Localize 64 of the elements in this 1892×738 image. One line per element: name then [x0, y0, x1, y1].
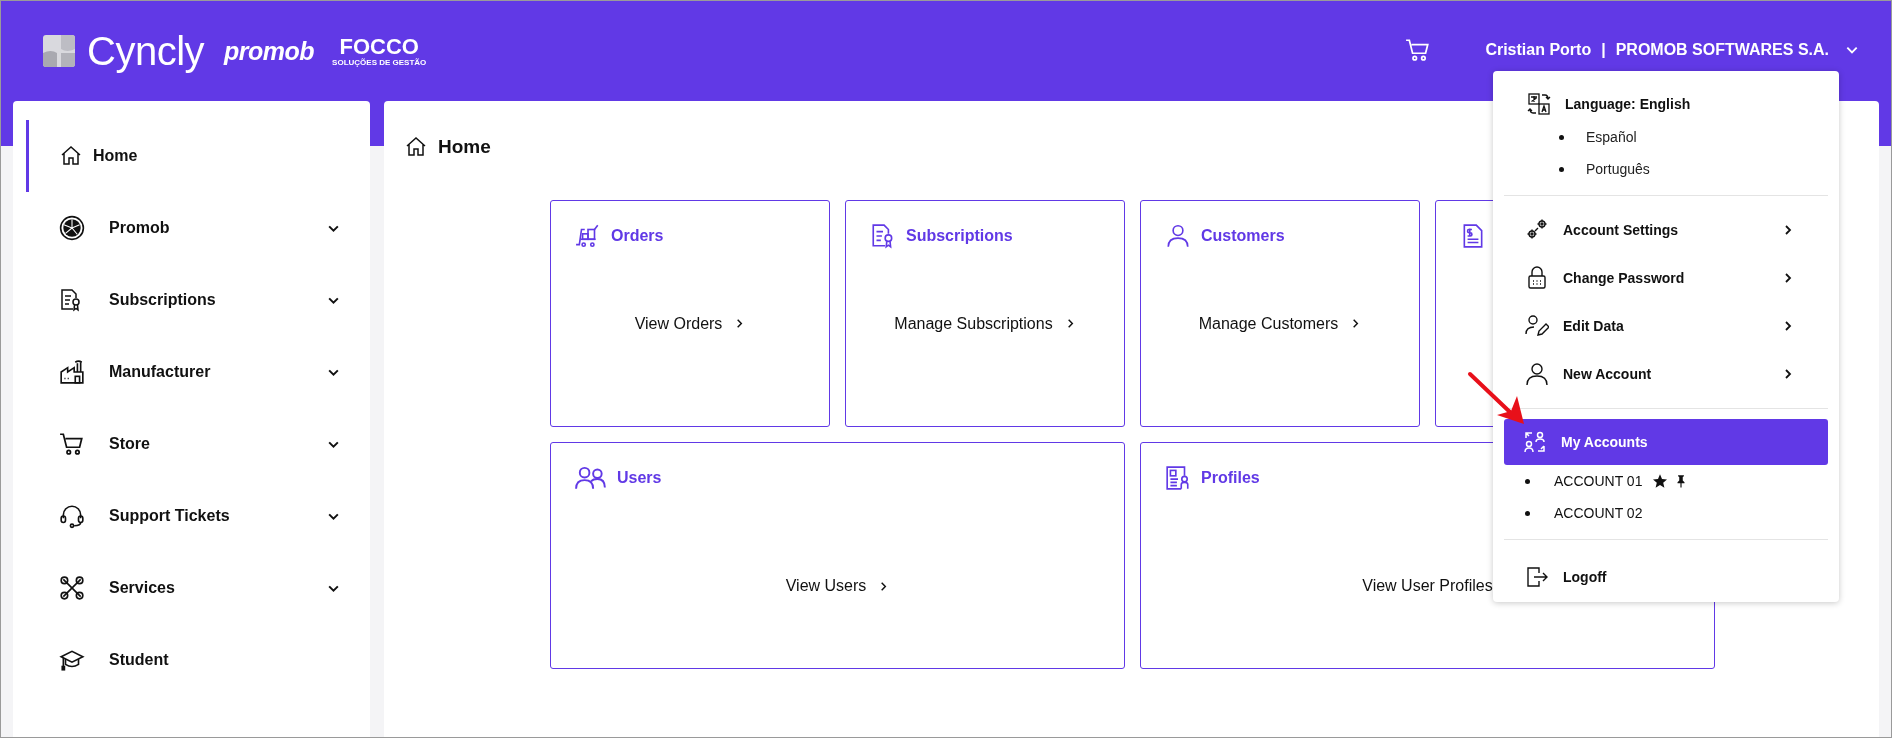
user-edit-icon: [1525, 314, 1549, 338]
chevron-right-icon: [1782, 368, 1794, 380]
chevron-right-icon: [1782, 272, 1794, 284]
menu-item[interactable]: Change Password: [1504, 254, 1828, 302]
sidebar-item[interactable]: Promob: [26, 192, 370, 264]
partner-logo: FOCCO: [339, 35, 419, 58]
logout-icon: [1525, 565, 1549, 589]
gears-icon: [1525, 218, 1549, 242]
card-title: Profiles: [1201, 469, 1260, 487]
headset-icon: [59, 503, 85, 529]
lock-icon: [1525, 266, 1549, 290]
switch-users-icon: [1523, 430, 1547, 454]
logo-icon: [43, 35, 75, 67]
users-icon: [575, 465, 607, 491]
aperture-icon: [59, 215, 85, 241]
chevron-right-icon: [1782, 320, 1794, 332]
user-menu-button[interactable]: Cristian Porto | PROMOB SOFTWARES S.A.: [1485, 41, 1859, 59]
tools-icon: [59, 575, 85, 601]
chevron-right-icon: [1782, 224, 1794, 236]
home-icon: [404, 135, 428, 159]
shortcut-card[interactable]: Subscriptions Manage Subscriptions: [845, 200, 1125, 427]
shortcut-card[interactable]: Users View Users: [550, 442, 1125, 669]
factory-icon: [59, 359, 85, 385]
annotation-arrow: [1467, 371, 1527, 427]
certificate-icon: [59, 288, 83, 312]
card-link[interactable]: View Users: [785, 577, 890, 595]
translate-icon: [1527, 92, 1551, 116]
card-link[interactable]: Manage Subscriptions: [894, 314, 1076, 339]
sidebar-item[interactable]: Student: [26, 624, 370, 696]
menu-item[interactable]: Edit Data: [1504, 302, 1828, 350]
shortcut-card[interactable]: Customers Manage Customers: [1140, 200, 1420, 427]
menu-item[interactable]: Account Settings: [1504, 206, 1828, 254]
sidebar-item[interactable]: Manufacturer: [26, 336, 370, 408]
account-option[interactable]: ACCOUNT 01: [1554, 473, 1643, 489]
partner-tagline: SOLUÇÕES DE GESTÃO: [332, 57, 427, 67]
card-title: Customers: [1201, 227, 1285, 245]
language-option[interactable]: Português: [1504, 153, 1828, 185]
page-title: Home: [438, 136, 491, 158]
brand-logo: Cyncly: [87, 28, 205, 75]
sidebar-item[interactable]: Home: [26, 120, 370, 192]
card-title: Users: [617, 469, 662, 487]
cart-icon[interactable]: [1405, 37, 1432, 63]
user-icon: [1165, 223, 1191, 249]
cart-icon: [59, 431, 85, 457]
profile-card-icon: [1165, 465, 1191, 491]
cart-icon: [575, 223, 601, 249]
my-accounts-item[interactable]: My Accounts: [1504, 419, 1828, 465]
card-link[interactable]: Manage Customers: [1198, 314, 1362, 339]
menu-item[interactable]: New Account: [1504, 350, 1828, 398]
sidebar-item[interactable]: Services: [26, 552, 370, 624]
sidebar-item[interactable]: Subscriptions: [26, 264, 370, 336]
card-link[interactable]: View User Profiles: [1362, 577, 1493, 595]
user-icon: [1525, 362, 1549, 386]
sidebar-item[interactable]: Store: [26, 408, 370, 480]
card-link[interactable]: View Orders: [634, 314, 746, 339]
shortcut-card[interactable]: Orders View Orders: [550, 200, 830, 427]
card-title: Subscriptions: [906, 227, 1013, 245]
language-label: Language: English: [1565, 96, 1691, 112]
card-title: Orders: [611, 227, 664, 245]
sidebar-item[interactable]: Support Tickets: [26, 480, 370, 552]
home-icon: [59, 144, 83, 168]
partner-logo: promob: [224, 36, 315, 66]
account-option[interactable]: ACCOUNT 02: [1554, 505, 1643, 521]
language-option[interactable]: Español: [1504, 121, 1828, 153]
